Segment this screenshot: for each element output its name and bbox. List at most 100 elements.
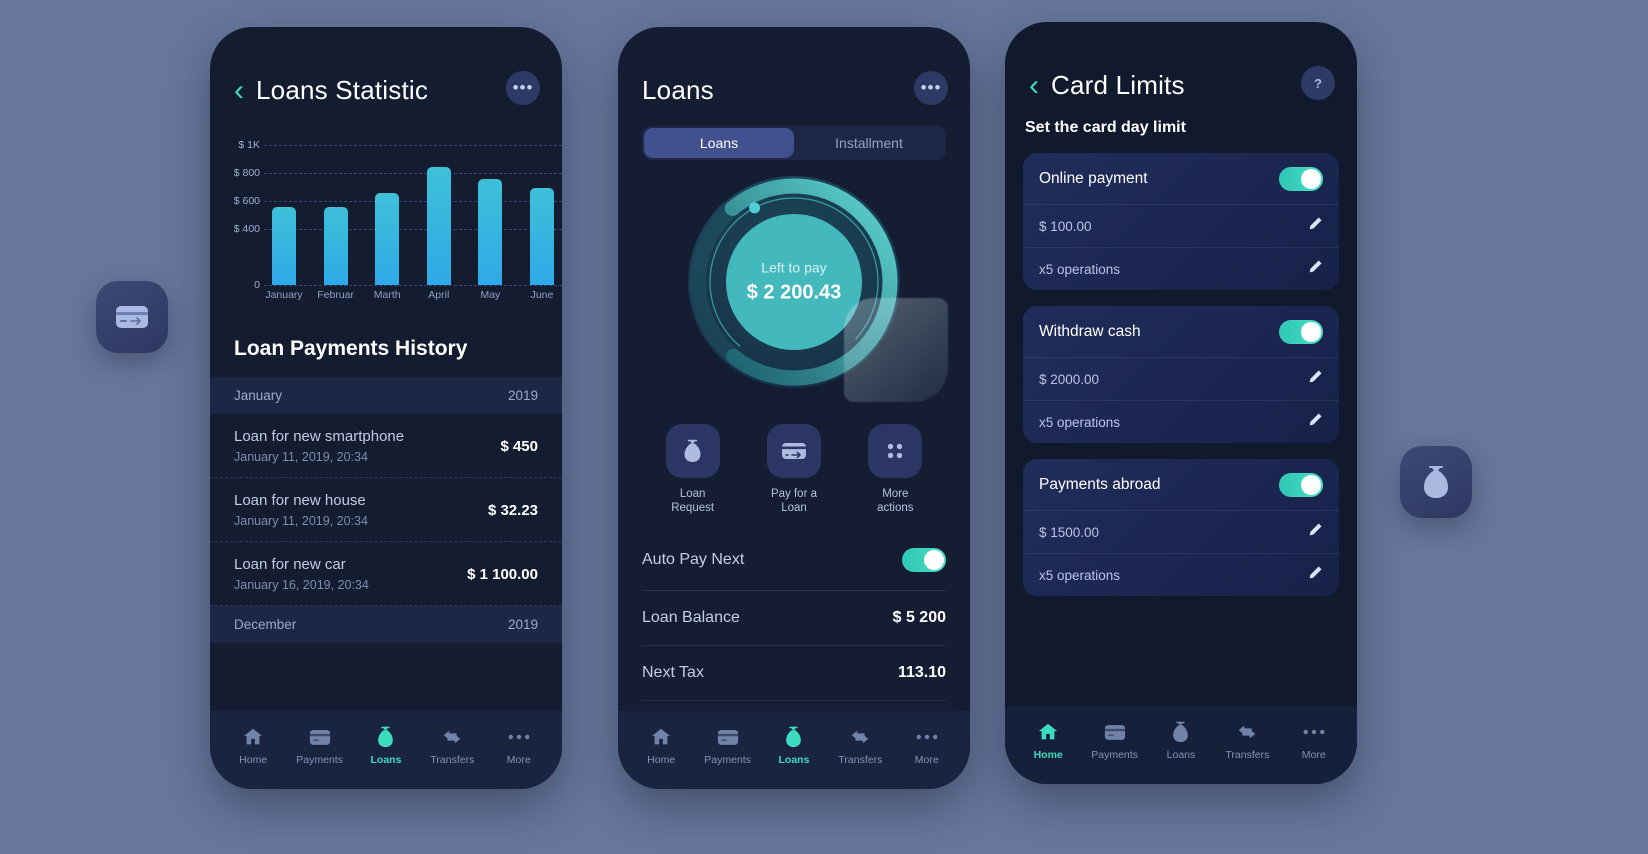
history-item-date: January 11, 2019, 20:34 bbox=[234, 514, 368, 528]
left-to-pay-ring: Left to pay $ 2 200.43 bbox=[618, 170, 970, 420]
limit-amount-row[interactable]: $ 1500.00 bbox=[1023, 510, 1339, 553]
auto-pay-toggle[interactable] bbox=[902, 547, 946, 572]
limit-amount-row[interactable]: $ 2000.00 bbox=[1023, 357, 1339, 400]
screenshot-stage: ‹ Loans Statistic ••• $ 1K $ 800 $ 600 $ 40… bbox=[0, 0, 1648, 854]
phone1-header: ‹ Loans Statistic ••• bbox=[210, 27, 562, 106]
nav-item-home[interactable]: Home bbox=[223, 726, 283, 766]
money-bag-app-icon[interactable] bbox=[1400, 446, 1472, 518]
history-month-header: January 2019 bbox=[210, 377, 562, 414]
chart-bar bbox=[375, 193, 400, 285]
limit-toggle-online-payment[interactable] bbox=[1279, 167, 1323, 191]
edit-amount-pencil-icon[interactable] bbox=[1308, 369, 1323, 389]
phone3-header: ‹ Card Limits ? bbox=[1005, 22, 1357, 101]
action-loan[interactable]: Loan Request bbox=[650, 424, 736, 516]
nav-item-label: Transfers bbox=[1225, 749, 1270, 761]
phone2-header: Loans ••• bbox=[618, 27, 970, 106]
detail-row-label: Next Tax bbox=[642, 663, 704, 681]
limit-operations-row[interactable]: x5 operations bbox=[1023, 400, 1339, 443]
back-button[interactable]: ‹ bbox=[234, 75, 244, 106]
limit-card-header: Withdraw cash bbox=[1023, 306, 1339, 357]
ring-label: Left to pay bbox=[761, 259, 827, 276]
nav-item-loans[interactable]: Loans bbox=[1151, 721, 1211, 761]
grid-dots-icon bbox=[868, 424, 923, 478]
money-bag-icon bbox=[376, 726, 395, 748]
edit-operations-pencil-icon[interactable] bbox=[1308, 565, 1323, 585]
action-pay-for-a[interactable]: Pay for a Loan bbox=[751, 424, 837, 516]
nav-item-loans[interactable]: Loans bbox=[764, 726, 824, 766]
limit-toggle-payments-abroad[interactable] bbox=[1279, 473, 1323, 497]
card-transfer-icon bbox=[766, 424, 821, 478]
action-label: Pay for a Loan bbox=[770, 488, 817, 515]
chart-y-axis: $ 1K $ 800 $ 600 $ 400 0 bbox=[210, 138, 260, 291]
home-icon bbox=[242, 726, 264, 748]
nav-item-label: More bbox=[914, 754, 939, 766]
edit-operations-pencil-icon[interactable] bbox=[1308, 412, 1323, 432]
chart-plot-area bbox=[264, 138, 562, 286]
limit-operations-value: x5 operations bbox=[1039, 567, 1121, 583]
chart-x-tick-label: April bbox=[428, 289, 450, 301]
limit-amount-value: $ 2000.00 bbox=[1039, 371, 1100, 387]
chart-bar bbox=[272, 207, 296, 285]
history-list-item[interactable]: Loan for new house January 11, 2019, 20:… bbox=[210, 478, 562, 542]
nav-item-label: More bbox=[506, 754, 531, 766]
tab-loans[interactable]: Loans bbox=[644, 128, 794, 158]
chart-bar-column bbox=[470, 138, 510, 285]
back-button[interactable]: ‹ bbox=[1029, 70, 1039, 101]
history-item-info: Loan for new smartphone January 11, 2019… bbox=[234, 428, 404, 464]
nav-item-payments[interactable]: Payments bbox=[1085, 721, 1145, 761]
nav-item-label: Transfers bbox=[838, 754, 883, 766]
action-label: Loan Request bbox=[671, 488, 715, 515]
nav-item-transfers[interactable]: Transfers bbox=[830, 726, 890, 766]
limit-amount-row[interactable]: $ 100.00 bbox=[1023, 204, 1339, 247]
transfer-arrows-icon bbox=[1236, 721, 1258, 743]
money-bag-icon bbox=[1171, 721, 1190, 743]
phone-loans-statistic: ‹ Loans Statistic ••• $ 1K $ 800 $ 600 $ 40… bbox=[210, 27, 562, 789]
action-more[interactable]: More actions bbox=[852, 424, 938, 516]
limit-card-payments-abroad: Payments abroad $ 1500.00 x5 operations bbox=[1023, 459, 1339, 596]
money-bag-icon bbox=[665, 424, 720, 478]
limit-operations-row[interactable]: x5 operations bbox=[1023, 247, 1339, 290]
nav-item-more[interactable]: More bbox=[897, 726, 957, 766]
card-icon bbox=[116, 306, 148, 328]
limit-toggle-withdraw-cash[interactable] bbox=[1279, 320, 1323, 344]
overflow-menu-button[interactable]: ••• bbox=[506, 71, 540, 105]
nav-item-transfers[interactable]: Transfers bbox=[422, 726, 482, 766]
nav-item-label: Home bbox=[647, 754, 676, 766]
chart-gridline bbox=[264, 285, 562, 286]
nav-item-transfers[interactable]: Transfers bbox=[1217, 721, 1277, 761]
loan-payments-history-list: January 2019 Loan for new smartphone Jan… bbox=[210, 377, 562, 643]
limit-operations-row[interactable]: x5 operations bbox=[1023, 553, 1339, 596]
edit-operations-pencil-icon[interactable] bbox=[1308, 259, 1323, 279]
limit-card-header: Online payment bbox=[1023, 153, 1339, 204]
chart-y-tick-label: 0 bbox=[254, 279, 260, 291]
edit-amount-pencil-icon[interactable] bbox=[1308, 216, 1323, 236]
limit-card-withdraw-cash: Withdraw cash $ 2000.00 x5 operations bbox=[1023, 306, 1339, 443]
card-app-icon[interactable] bbox=[96, 281, 168, 353]
nav-item-more[interactable]: More bbox=[1284, 721, 1344, 761]
history-list-item[interactable]: Loan for new car January 16, 2019, 20:34… bbox=[210, 542, 562, 606]
nav-item-payments[interactable]: Payments bbox=[698, 726, 758, 766]
tab-installment[interactable]: Installment bbox=[794, 128, 944, 158]
history-month-header: December 2019 bbox=[210, 606, 562, 643]
chart-x-tick-label: Februar bbox=[317, 289, 354, 301]
nav-item-payments[interactable]: Payments bbox=[290, 726, 350, 766]
glass-decoration bbox=[844, 298, 948, 402]
nav-item-loans[interactable]: Loans bbox=[356, 726, 416, 766]
detail-row-value: $ 5 200 bbox=[892, 608, 946, 626]
nav-item-label: Payments bbox=[1091, 749, 1138, 761]
edit-amount-pencil-icon[interactable] bbox=[1308, 522, 1323, 542]
help-button[interactable]: ? bbox=[1301, 66, 1335, 100]
chart-bar bbox=[426, 166, 451, 285]
transfer-arrows-icon bbox=[849, 726, 871, 748]
nav-item-more[interactable]: More bbox=[489, 726, 549, 766]
transfer-arrows-icon bbox=[441, 726, 463, 748]
home-icon bbox=[650, 726, 672, 748]
chart-bar-column bbox=[316, 138, 356, 285]
nav-item-home[interactable]: Home bbox=[631, 726, 691, 766]
nav-item-home[interactable]: Home bbox=[1018, 721, 1078, 761]
more-dots-icon bbox=[916, 726, 938, 748]
overflow-menu-button[interactable]: ••• bbox=[914, 71, 948, 105]
chart-y-tick-label: $ 600 bbox=[233, 195, 260, 207]
history-list-item[interactable]: Loan for new smartphone January 11, 2019… bbox=[210, 414, 562, 478]
toggle-knob bbox=[1301, 169, 1321, 189]
